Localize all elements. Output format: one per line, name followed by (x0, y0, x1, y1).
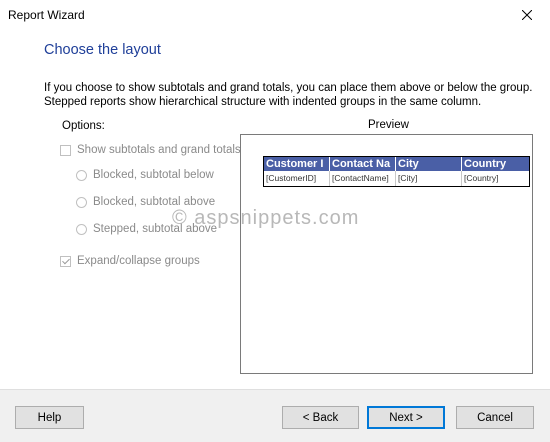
watermark: © aspsnippets.com (172, 207, 360, 229)
window-title: Report Wizard (8, 8, 85, 22)
page-heading: Choose the layout (44, 42, 161, 58)
show-totals-checkbox-row[interactable]: Show subtotals and grand totals (60, 144, 241, 156)
intro-text: If you choose to show subtotals and gran… (44, 82, 533, 108)
preview-header-cell: Customer I (264, 157, 330, 171)
preview-pane: Customer I Contact Na City Country [Cust… (240, 134, 533, 374)
expand-collapse-checkbox[interactable] (60, 255, 71, 267)
preview-data-row: [CustomerID] [ContactName] [City] [Count… (264, 171, 529, 186)
preview-data-cell: [CustomerID] (264, 171, 330, 186)
close-button[interactable] (504, 0, 550, 30)
show-totals-label: Show subtotals and grand totals (77, 144, 241, 156)
radio-stepped-above[interactable] (76, 223, 87, 235)
expand-collapse-label: Expand/collapse groups (77, 255, 200, 267)
radio-blocked-above[interactable] (76, 196, 87, 208)
expand-collapse-checkbox-row[interactable]: Expand/collapse groups (60, 255, 200, 267)
preview-data-cell: [ContactName] (330, 171, 396, 186)
preview-data-cell: [City] (396, 171, 462, 186)
next-button[interactable]: Next > (367, 406, 445, 429)
show-totals-checkbox[interactable] (60, 144, 71, 156)
title-bar: Report Wizard (0, 0, 550, 30)
radio-blocked-below-row[interactable]: Blocked, subtotal below (76, 169, 214, 181)
radio-blocked-below[interactable] (76, 169, 87, 181)
back-button[interactable]: < Back (282, 406, 359, 429)
preview-table: Customer I Contact Na City Country [Cust… (263, 156, 530, 187)
preview-header-row: Customer I Contact Na City Country (264, 157, 529, 171)
help-button[interactable]: Help (15, 406, 84, 429)
cancel-button[interactable]: Cancel (456, 406, 534, 429)
preview-data-cell: [Country] (464, 173, 499, 183)
options-label: Options: (62, 120, 105, 132)
preview-header-cell: City (396, 157, 462, 171)
preview-header-cell: Contact Na (330, 157, 396, 171)
footer-bar: Help < Back Next > Cancel (0, 389, 550, 442)
close-icon (522, 10, 532, 20)
preview-label: Preview (368, 119, 409, 131)
radio-blocked-below-label: Blocked, subtotal below (93, 169, 214, 181)
preview-header-cell: Country (464, 158, 507, 170)
